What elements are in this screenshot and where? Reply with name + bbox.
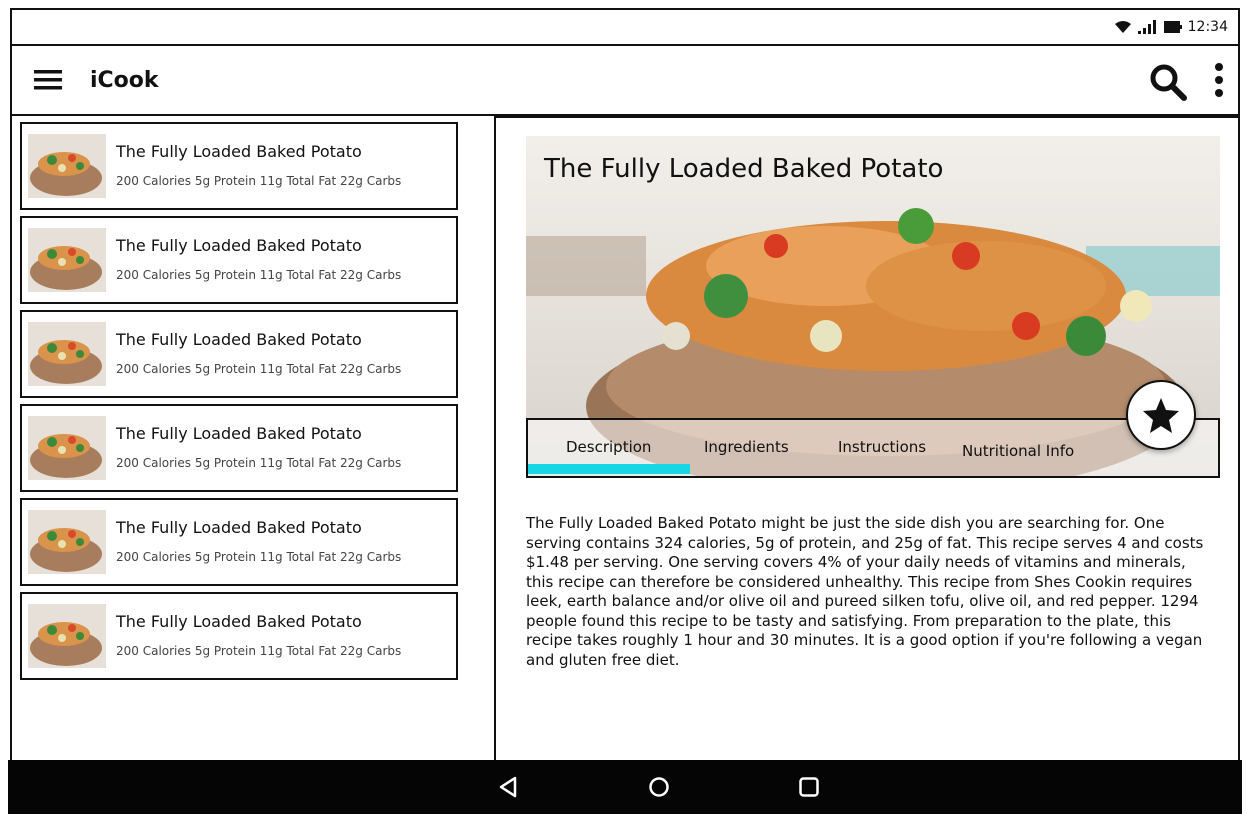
status-bar: 12:34	[10, 8, 1240, 46]
recipe-list: The Fully Loaded Baked Potato 200 Calori…	[10, 116, 496, 760]
recipe-list-item[interactable]: The Fully Loaded Baked Potato 200 Calori…	[20, 216, 458, 304]
recipe-list-item[interactable]: The Fully Loaded Baked Potato 200 Calori…	[20, 498, 458, 586]
recipe-nutrition: 200 Calories 5g Protein 11g Total Fat 22…	[116, 644, 402, 658]
recipe-nutrition: 200 Calories 5g Protein 11g Total Fat 22…	[116, 550, 402, 564]
recipe-detail-title: The Fully Loaded Baked Potato	[544, 154, 944, 184]
more-vert-icon[interactable]	[1212, 62, 1226, 98]
recipe-nutrition: 200 Calories 5g Protein 11g Total Fat 22…	[116, 268, 402, 282]
signal-icon	[1137, 20, 1156, 34]
recipe-thumbnail	[28, 416, 106, 480]
recipe-nutrition: 200 Calories 5g Protein 11g Total Fat 22…	[116, 174, 402, 188]
recipe-thumbnail	[28, 134, 106, 198]
battery-icon	[1163, 21, 1182, 33]
system-nav-bar	[8, 760, 1242, 814]
recipe-thumbnail	[28, 510, 106, 574]
recipe-thumbnail	[28, 604, 106, 668]
star-icon	[1143, 398, 1179, 433]
app-title: iCook	[90, 68, 159, 93]
recipe-detail: The Fully Loaded Baked Potato Descriptio…	[496, 116, 1240, 760]
recipe-title: The Fully Loaded Baked Potato	[116, 424, 362, 443]
app-bar: iCook	[10, 46, 1240, 116]
recipe-list-item[interactable]: The Fully Loaded Baked Potato 200 Calori…	[20, 592, 458, 680]
recipe-title: The Fully Loaded Baked Potato	[116, 236, 362, 255]
recipe-title: The Fully Loaded Baked Potato	[116, 612, 362, 631]
menu-icon[interactable]	[34, 68, 62, 92]
recipe-title: The Fully Loaded Baked Potato	[116, 142, 362, 161]
recipe-thumbnail	[28, 228, 106, 292]
recipe-thumbnail	[28, 322, 106, 386]
tab-ingredients[interactable]: Ingredients	[704, 438, 789, 456]
active-tab-indicator	[528, 464, 690, 474]
recipe-list-item[interactable]: The Fully Loaded Baked Potato 200 Calori…	[20, 310, 458, 398]
recipe-title: The Fully Loaded Baked Potato	[116, 518, 362, 537]
recipe-title: The Fully Loaded Baked Potato	[116, 330, 362, 349]
tab-description[interactable]: Description	[566, 438, 651, 456]
recipe-tabs: Description Ingredients Instructions Nut…	[526, 418, 1220, 478]
status-time: 12:34	[1187, 19, 1228, 35]
favorite-button[interactable]	[1126, 380, 1196, 450]
wifi-icon	[1114, 21, 1131, 33]
status-icons: 12:34	[1114, 10, 1228, 44]
tab-instructions[interactable]: Instructions	[838, 438, 926, 456]
recipe-list-item[interactable]: The Fully Loaded Baked Potato 200 Calori…	[20, 122, 458, 210]
recipe-nutrition: 200 Calories 5g Protein 11g Total Fat 22…	[116, 362, 402, 376]
recipe-description: The Fully Loaded Baked Potato might be j…	[526, 514, 1204, 669]
tab-nutritional-info[interactable]: Nutritional Info	[962, 442, 1074, 460]
home-icon[interactable]	[648, 776, 670, 798]
recents-icon[interactable]	[798, 776, 820, 798]
recipe-list-item[interactable]: The Fully Loaded Baked Potato 200 Calori…	[20, 404, 458, 492]
recipe-nutrition: 200 Calories 5g Protein 11g Total Fat 22…	[116, 456, 402, 470]
back-icon[interactable]	[498, 776, 518, 798]
search-icon[interactable]	[1148, 62, 1188, 102]
